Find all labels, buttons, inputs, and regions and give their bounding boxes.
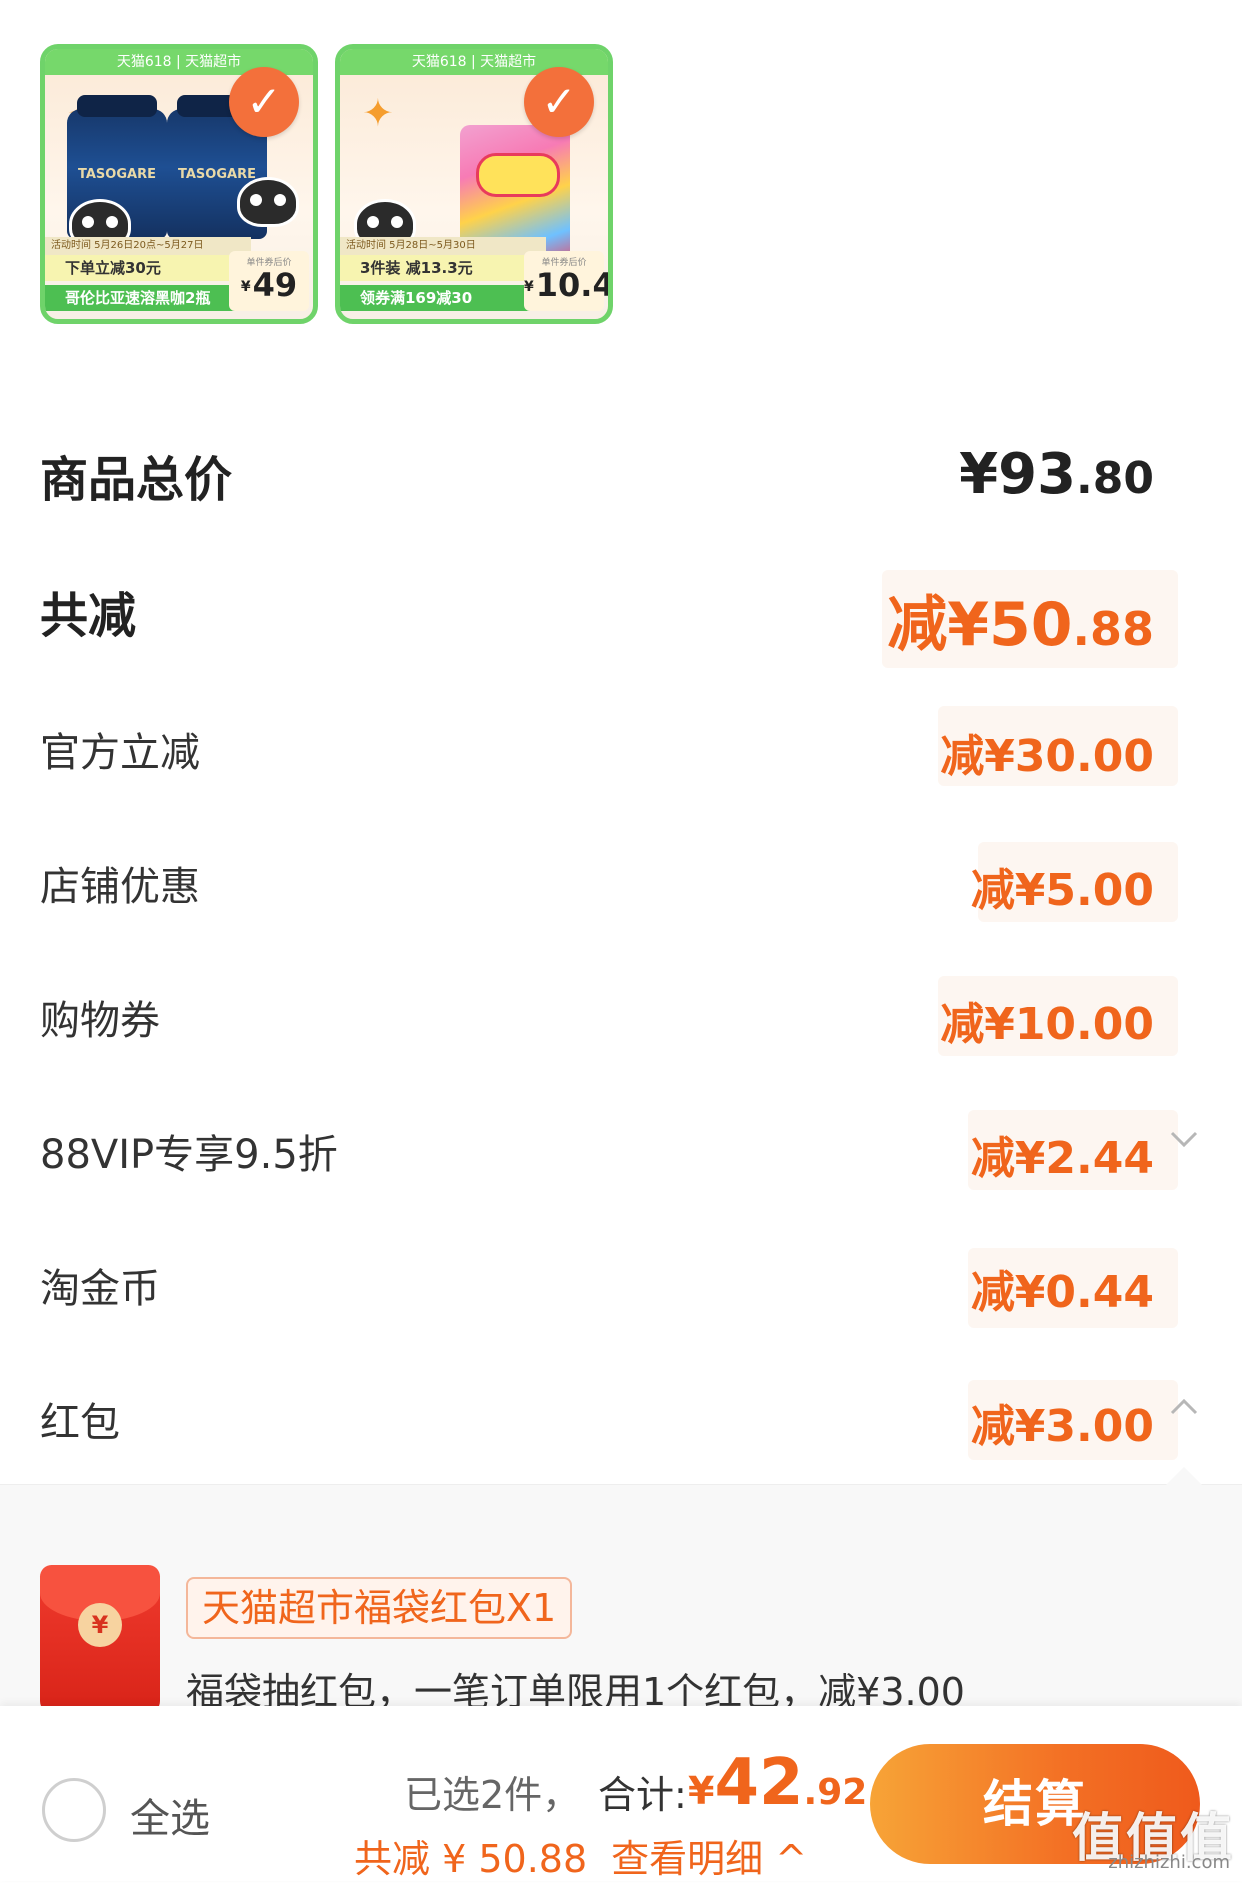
discount-amount: 减¥5.00 <box>970 865 1154 916</box>
total-saved-value: 减¥50.88 <box>887 590 1154 660</box>
sum-value: ¥42.92 <box>688 1746 868 1820</box>
price-tag: 单件券后价 ¥49 <box>229 251 309 311</box>
event-time: 活动时间 5月28日~5月30日 <box>340 237 546 255</box>
view-details-link[interactable]: 查看明细 <box>611 1837 763 1881</box>
chevron-up-icon[interactable]: ^ <box>775 1837 807 1881</box>
red-packet-detail-panel: ¥ 天猫超市福袋红包X1 福袋抽红包，一笔订单限用1个红包，减¥3.00 <box>0 1467 1242 1721</box>
selected-products: 天猫618 | 天猫超市 ✦ TASOGARE TASOGARE ✓ 活动时间 … <box>40 44 640 328</box>
discount-amount: 减¥3.00 <box>970 1401 1154 1452</box>
event-time: 活动时间 5月26日20点~5月27日 <box>45 237 251 255</box>
discount-amount: 减¥10.00 <box>940 999 1154 1050</box>
chevron-down-icon[interactable] <box>1166 1122 1202 1165</box>
promo-text: 领券满169减30 <box>340 285 535 311</box>
price-tag: 单件券后价 ¥10.4 <box>524 251 608 311</box>
product-thumbnail-coffee[interactable]: 天猫618 | 天猫超市 ✦ TASOGARE TASOGARE ✓ 活动时间 … <box>40 44 318 324</box>
saved-summary[interactable]: 共减 ¥ 50.88 查看明细 ^ <box>354 1828 807 1883</box>
red-packet-title: 天猫超市福袋红包X1 <box>186 1577 573 1639</box>
discount-label: 88VIP专享9.5折 <box>40 1132 338 1178</box>
select-all-radio[interactable] <box>42 1778 106 1842</box>
discount-amount: 减¥0.44 <box>970 1267 1154 1318</box>
star-icon: ✦ <box>362 91 394 135</box>
promo-text: 哥伦比亚速溶黑咖2瓶 <box>45 285 240 311</box>
selected-count: 已选2件， <box>404 1773 581 1817</box>
sum-label: 合计: <box>598 1773 687 1817</box>
check-icon[interactable]: ✓ <box>229 67 299 137</box>
red-packet-icon: ¥ <box>40 1565 160 1715</box>
discount-label: 店铺优惠 <box>40 864 200 910</box>
total-price-value: ¥93.80 <box>959 442 1154 507</box>
promo-text: 下单立减30元 <box>45 255 240 281</box>
select-all-label[interactable]: 全选 <box>130 1786 210 1844</box>
discount-amount: 减¥2.44 <box>970 1133 1154 1184</box>
promo-text: 3件装 减13.3元 <box>340 255 535 281</box>
product-thumbnail-candy[interactable]: 天猫618 | 天猫超市 ✦ ✓ 活动时间 5月28日~5月30日 3件装 减1… <box>335 44 613 324</box>
discount-label: 官方立减 <box>40 730 200 776</box>
chevron-up-icon[interactable] <box>1166 1390 1202 1433</box>
panel-caret <box>1166 1467 1202 1485</box>
discount-amount: 减¥30.00 <box>940 731 1154 782</box>
discount-label: 红包 <box>40 1400 120 1446</box>
checkout-bar: 全选 已选2件， 合计: ¥42.92 共减 ¥ 50.88 查看明细 ^ 结算 <box>0 1706 1242 1881</box>
check-icon[interactable]: ✓ <box>524 67 594 137</box>
total-price-label: 商品总价 <box>40 452 233 508</box>
tmall-cat-icon <box>237 177 299 227</box>
total-saved-label: 共减 <box>40 588 137 644</box>
watermark-site: zhizhizhi.com <box>1108 1852 1230 1873</box>
discount-label: 淘金币 <box>40 1266 160 1312</box>
discount-label: 购物券 <box>40 998 160 1044</box>
